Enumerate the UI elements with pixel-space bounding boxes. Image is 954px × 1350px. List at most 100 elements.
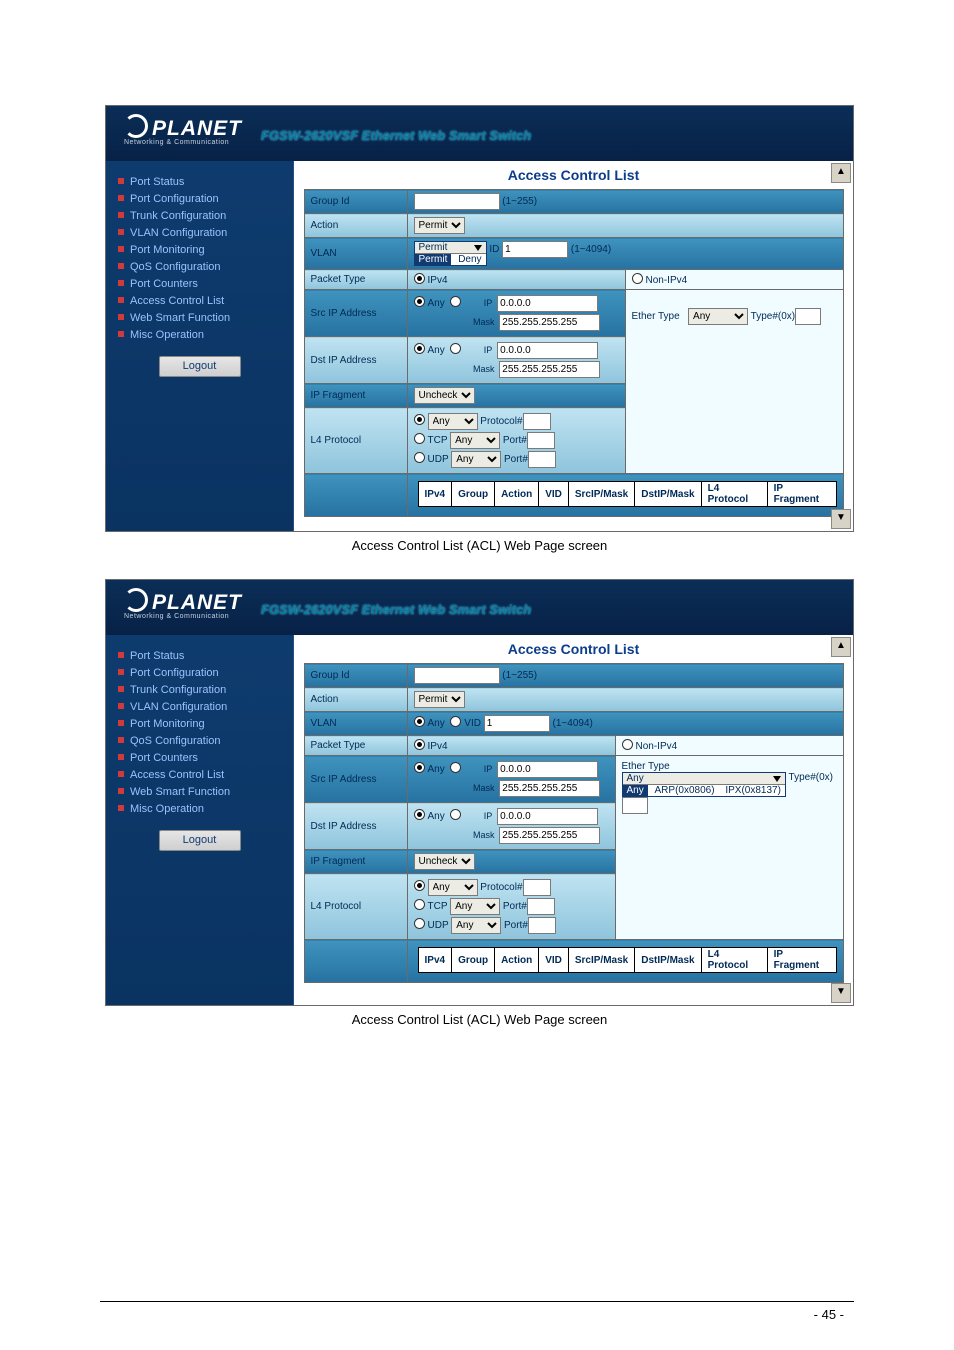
- sidebar-item-port-monitoring[interactable]: Port Monitoring: [118, 716, 281, 733]
- src-ip-input[interactable]: [497, 761, 598, 778]
- tcp-port-select[interactable]: Any: [450, 898, 500, 915]
- label-src-ip: Src IP Address: [304, 290, 407, 337]
- radio-dst-any[interactable]: [414, 345, 428, 356]
- sidebar-item-misc[interactable]: Misc Operation: [118, 801, 281, 818]
- dst-ip-input[interactable]: [497, 808, 598, 825]
- action-select[interactable]: Permit: [414, 217, 465, 234]
- ether-opt-any[interactable]: Any: [623, 785, 648, 796]
- scroll-up-icon[interactable]: ▲: [831, 163, 851, 183]
- sidebar-item-vlan-config[interactable]: VLAN Configuration: [118, 699, 281, 716]
- vlan-hint: (1~4094): [553, 718, 593, 729]
- screenshot-1: PLANET Networking & Communication FGSW-2…: [105, 105, 854, 532]
- radio-l4-tcp[interactable]: [414, 901, 428, 912]
- radio-l4-any[interactable]: [414, 882, 428, 893]
- sidebar-item-web-smart[interactable]: Web Smart Function: [118, 310, 281, 327]
- udp-port-select[interactable]: Any: [451, 451, 501, 468]
- tcp-port-input[interactable]: [527, 432, 555, 449]
- result-header-table: IPv4GroupActionVID SrcIP/MaskDstIP/MaskL…: [418, 947, 837, 973]
- radio-l4-udp[interactable]: [414, 920, 428, 931]
- scroll-down-icon[interactable]: ▼: [831, 509, 851, 529]
- logout-button[interactable]: Logout: [159, 830, 241, 851]
- figure-caption-2: Access Control List (ACL) Web Page scree…: [105, 1012, 854, 1027]
- page-title: Access Control List: [294, 161, 853, 189]
- radio-l4-any[interactable]: [414, 416, 428, 427]
- tcp-port-select[interactable]: Any: [450, 432, 500, 449]
- src-mask-input[interactable]: [499, 314, 600, 331]
- ether-type-select-expanded[interactable]: Any Any ARP(0x0806) IPX(0x8137): [622, 772, 786, 797]
- figure-caption-1: Access Control List (ACL) Web Page scree…: [105, 538, 854, 553]
- sidebar-item-port-counters[interactable]: Port Counters: [118, 276, 281, 293]
- label-dst-ip: Dst IP Address: [304, 803, 407, 850]
- label-packet-type: Packet Type: [304, 270, 407, 290]
- dst-mask-input[interactable]: [499, 827, 600, 844]
- label-dst-ip: Dst IP Address: [304, 337, 407, 384]
- sidebar-item-port-counters[interactable]: Port Counters: [118, 750, 281, 767]
- ether-type-select[interactable]: Any: [688, 308, 748, 325]
- type-hex-input[interactable]: [795, 308, 821, 325]
- sidebar-item-vlan-config[interactable]: VLAN Configuration: [118, 225, 281, 242]
- ether-opt-arp[interactable]: ARP(0x0806): [651, 785, 719, 796]
- sidebar-item-port-config[interactable]: Port Configuration: [118, 665, 281, 682]
- group-id-input[interactable]: [414, 193, 500, 210]
- sidebar-item-port-config[interactable]: Port Configuration: [118, 191, 281, 208]
- sidebar-item-acl[interactable]: Access Control List: [118, 767, 281, 784]
- radio-src-any[interactable]: [414, 764, 428, 775]
- radio-dst-ip[interactable]: [450, 345, 464, 356]
- protocol-num-input[interactable]: [523, 413, 551, 430]
- radio-dst-any[interactable]: [414, 811, 428, 822]
- sidebar-item-web-smart[interactable]: Web Smart Function: [118, 784, 281, 801]
- ether-opt-ipx[interactable]: IPX(0x8137): [721, 785, 785, 796]
- radio-vlan-vid[interactable]: [450, 718, 464, 729]
- scroll-down-icon[interactable]: ▼: [831, 983, 851, 1003]
- vlan-hint: (1~4094): [571, 244, 611, 255]
- radio-non-ipv4[interactable]: [622, 741, 636, 752]
- radio-non-ipv4[interactable]: [632, 275, 646, 286]
- sidebar-item-port-status[interactable]: Port Status: [118, 174, 281, 191]
- radio-src-ip[interactable]: [450, 298, 464, 309]
- main-pane: ▲ Access Control List Group Id (1~255) A…: [293, 161, 853, 531]
- group-id-input[interactable]: [414, 667, 500, 684]
- udp-port-input[interactable]: [528, 451, 556, 468]
- sidebar-item-trunk-config[interactable]: Trunk Configuration: [118, 682, 281, 699]
- action-select[interactable]: Permit: [414, 691, 465, 708]
- sidebar: Port Status Port Configuration Trunk Con…: [106, 161, 293, 531]
- radio-vlan-any[interactable]: [414, 718, 428, 729]
- src-ip-input[interactable]: [497, 295, 598, 312]
- label-ip-frag: IP Fragment: [304, 850, 407, 874]
- dst-ip-input[interactable]: [497, 342, 598, 359]
- radio-ipv4[interactable]: [414, 741, 428, 752]
- tcp-port-input[interactable]: [527, 898, 555, 915]
- ip-frag-select[interactable]: Uncheck: [414, 853, 475, 870]
- sidebar-item-trunk-config[interactable]: Trunk Configuration: [118, 208, 281, 225]
- udp-port-select[interactable]: Any: [451, 917, 501, 934]
- logo: PLANET Networking & Communication: [124, 114, 242, 146]
- type-hex-input[interactable]: [622, 797, 648, 814]
- radio-l4-tcp[interactable]: [414, 435, 428, 446]
- radio-src-any[interactable]: [414, 298, 428, 309]
- l4-any-select[interactable]: Any: [428, 413, 478, 430]
- sidebar-item-qos-config[interactable]: QoS Configuration: [118, 259, 281, 276]
- radio-ipv4[interactable]: [414, 275, 428, 286]
- radio-src-ip[interactable]: [450, 764, 464, 775]
- protocol-num-input[interactable]: [523, 879, 551, 896]
- sidebar-item-misc[interactable]: Misc Operation: [118, 327, 281, 344]
- banner: PLANET Networking & Communication FGSW-2…: [106, 106, 853, 161]
- udp-port-input[interactable]: [528, 917, 556, 934]
- ip-frag-select[interactable]: Uncheck: [414, 387, 475, 404]
- logo-text: PLANET: [152, 117, 242, 140]
- sidebar-item-qos-config[interactable]: QoS Configuration: [118, 733, 281, 750]
- action-select-expanded[interactable]: Permit Permit Deny: [414, 241, 487, 266]
- dst-mask-input[interactable]: [499, 361, 600, 378]
- scroll-up-icon[interactable]: ▲: [831, 637, 851, 657]
- src-mask-input[interactable]: [499, 780, 600, 797]
- label-action: Action: [304, 214, 407, 238]
- sidebar-item-port-status[interactable]: Port Status: [118, 648, 281, 665]
- sidebar-item-port-monitoring[interactable]: Port Monitoring: [118, 242, 281, 259]
- vlan-id-input[interactable]: [502, 241, 568, 258]
- radio-l4-udp[interactable]: [414, 454, 428, 465]
- l4-any-select[interactable]: Any: [428, 879, 478, 896]
- vlan-id-input[interactable]: [484, 715, 550, 732]
- logout-button[interactable]: Logout: [159, 356, 241, 377]
- sidebar-item-acl[interactable]: Access Control List: [118, 293, 281, 310]
- radio-dst-ip[interactable]: [450, 811, 464, 822]
